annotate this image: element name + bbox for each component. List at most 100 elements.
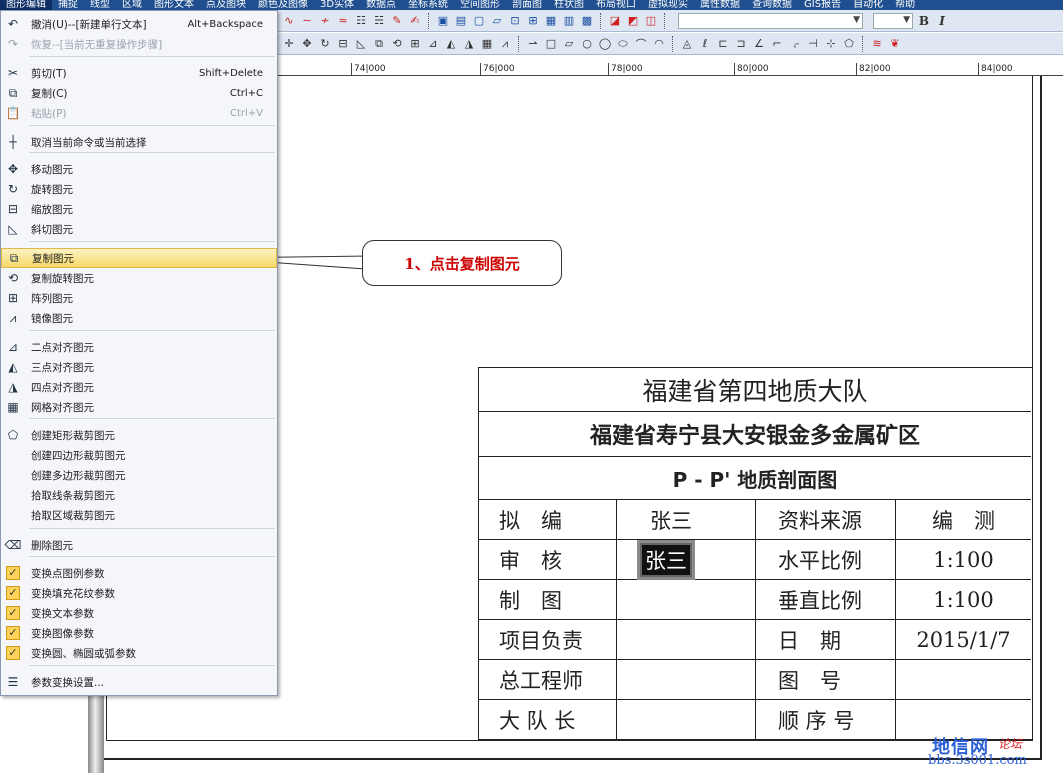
menubar-item[interactable]: 点及图块 [200, 0, 252, 10]
menu-item[interactable]: ✓ 变换点图例参数 [1, 563, 277, 583]
menu-item[interactable]: ↻ 旋转图元 [1, 179, 277, 199]
menu-item[interactable]: ☰ 参数变换设置... [1, 672, 277, 692]
title-block-cell[interactable]: 顺 序 号 [756, 700, 896, 740]
title-block-cell[interactable] [896, 660, 1031, 699]
title-block-cell[interactable]: 制 图 [479, 580, 617, 619]
array-icon[interactable]: ⊞ [408, 37, 422, 51]
menu-item[interactable]: ⊞ 阵列图元 [1, 288, 277, 308]
menubar-item[interactable]: 柱状图 [548, 0, 590, 10]
spline-icon[interactable]: ≁ [318, 14, 332, 28]
menubar-item[interactable]: 剖面图 [506, 0, 548, 10]
menubar-item[interactable]: 坐标系统 [402, 0, 454, 10]
duplicate-icon[interactable]: ⧉ [372, 37, 386, 51]
curve-icon[interactable]: ∼ [300, 14, 314, 28]
title-block-cell[interactable] [617, 620, 756, 659]
fill-icon[interactable]: ◬ [680, 37, 694, 51]
freehand-icon[interactable]: ℓ [698, 37, 712, 51]
points-icon[interactable]: ▤ [454, 14, 468, 28]
title-block-cell[interactable]: 图 号 [756, 660, 896, 699]
rotate-icon[interactable]: ↻ [318, 37, 332, 51]
align-2pt-icon[interactable]: ⊿ [426, 37, 440, 51]
menu-item[interactable]: 创建四边形裁剪图元 [1, 445, 277, 465]
tick-icon[interactable]: ⊣ [806, 37, 820, 51]
menu-item[interactable]: ◭ 三点对齐图元 [1, 357, 277, 377]
parallelogram-icon[interactable]: ▱ [562, 37, 576, 51]
title-block-cell[interactable]: 总工程师 [479, 660, 617, 699]
align-3pt-icon[interactable]: ◭ [444, 37, 458, 51]
angle2-icon[interactable]: ⌐ [770, 37, 784, 51]
title-drawing-name[interactable]: P - P' 地质剖面图 [479, 457, 1031, 500]
layer-icon[interactable]: ◪ [608, 14, 622, 28]
zoom-icon[interactable]: ⊡ [508, 14, 522, 28]
menu-item[interactable]: ⬠ 创建矩形裁剪图元 [1, 425, 277, 445]
angle-icon[interactable]: ∠ [752, 37, 766, 51]
layer2-icon[interactable]: ◩ [626, 14, 640, 28]
point-icon[interactable]: ▣ [436, 14, 450, 28]
menubar-item[interactable]: 线型 [84, 0, 116, 10]
title-block-cell[interactable]: 编 测 [896, 500, 1031, 539]
title-block-cell[interactable]: 张三 [617, 539, 756, 580]
grid-align-icon[interactable]: ▦ [480, 37, 494, 51]
wave-icon[interactable]: ≈ [336, 14, 350, 28]
title-block-cell[interactable]: 张三 [617, 500, 756, 539]
ellipse-icon[interactable]: ⬭ [616, 37, 630, 51]
menu-item[interactable]: ✥ 移动图元 [1, 159, 277, 179]
bold-button[interactable]: B [917, 14, 931, 28]
arc-icon[interactable]: ⌒ [634, 37, 648, 51]
title-block-cell[interactable] [617, 580, 756, 619]
circle-icon[interactable]: ○ [580, 37, 594, 51]
menu-item[interactable]: ✓ 变换文本参数 [1, 603, 277, 623]
layer-combo[interactable]: ▼ [678, 12, 863, 29]
menu-item[interactable]: ⊿ 二点对齐图元 [1, 337, 277, 357]
mirror-icon[interactable]: ⩘ [498, 37, 512, 51]
menubar-item[interactable]: 空间图形 [454, 0, 506, 10]
title-block-cell[interactable]: 1:100 [896, 580, 1031, 619]
form-icon[interactable]: ▥ [562, 14, 576, 28]
menu-item[interactable]: 拾取区域裁剪图元 [1, 505, 277, 525]
title-block-cell[interactable] [617, 660, 756, 699]
menubar-item[interactable]: 3D实体 [314, 0, 360, 10]
menubar-item[interactable]: 图形文本 [148, 0, 200, 10]
grid-icon[interactable]: ▩ [580, 14, 594, 28]
menu-item[interactable]: ⌫ 删除图元 [1, 535, 277, 555]
menu-item[interactable]: ⧉ 复制图元 [1, 248, 277, 268]
title-block-cell[interactable]: 1:100 [896, 540, 1031, 579]
pattern-icon[interactable]: ☷ [354, 14, 368, 28]
title-block-cell[interactable] [617, 700, 756, 740]
arrow-icon[interactable]: ⇀ [526, 37, 540, 51]
title-block-cell[interactable]: 审 核 [479, 540, 617, 579]
cross-icon[interactable]: ✛ [282, 37, 296, 51]
import-icon[interactable]: ⊞ [526, 14, 540, 28]
parallelogram-icon[interactable]: ▱ [490, 14, 504, 28]
rectangle-icon[interactable]: □ [544, 37, 558, 51]
menubar-item[interactable]: 帮助 [889, 0, 921, 10]
menu-item[interactable]: ⧉ 复制(C) Ctrl+C [1, 83, 277, 103]
size-combo[interactable]: ▼ [873, 12, 913, 29]
title-area[interactable]: 福建省寿宁县大安银金多金属矿区 [479, 412, 1031, 457]
menubar-item[interactable]: GIS报告 [798, 0, 847, 10]
title-block-cell[interactable]: 项目负责 [479, 620, 617, 659]
plus-line-icon[interactable]: ⊹ [824, 37, 838, 51]
menubar-item[interactable]: 颜色及图像 [252, 0, 314, 10]
title-block-cell[interactable]: 日 期 [756, 620, 896, 659]
pen-icon[interactable]: ✎ [390, 14, 404, 28]
italic-button[interactable]: I [935, 14, 949, 28]
circle2-icon[interactable]: ◯ [598, 37, 612, 51]
box-icon[interactable]: ⊏ [716, 37, 730, 51]
menu-item[interactable]: 📋 粘贴(P) Ctrl+V [1, 103, 277, 123]
menubar-item[interactable]: 自动化 [847, 0, 889, 10]
menu-item[interactable]: ↶ 撤消(U)--[新建单行文本] Alt+Backspace [1, 14, 277, 34]
menu-item[interactable]: ⩘ 镜像图元 [1, 308, 277, 328]
move-icon[interactable]: ✥ [300, 37, 314, 51]
menu-item[interactable]: 拾取线条裁剪图元 [1, 485, 277, 505]
color1-icon[interactable]: ≋ [870, 37, 884, 51]
menu-item[interactable]: ┼ 取消当前命令或当前选择 [1, 132, 277, 152]
menubar-item[interactable]: 虚拟现实 [642, 0, 694, 10]
menu-item[interactable]: ✂ 剪切(T) Shift+Delete [1, 63, 277, 83]
rect-icon[interactable]: ▢ [472, 14, 486, 28]
title-block-cell[interactable]: 水平比例 [756, 540, 896, 579]
angle3-icon[interactable]: ⌌ [788, 37, 802, 51]
layer3-icon[interactable]: ◫ [644, 14, 658, 28]
menubar-item[interactable]: 区域 [116, 0, 148, 10]
title-block-cell[interactable]: 拟 编 [479, 500, 617, 539]
